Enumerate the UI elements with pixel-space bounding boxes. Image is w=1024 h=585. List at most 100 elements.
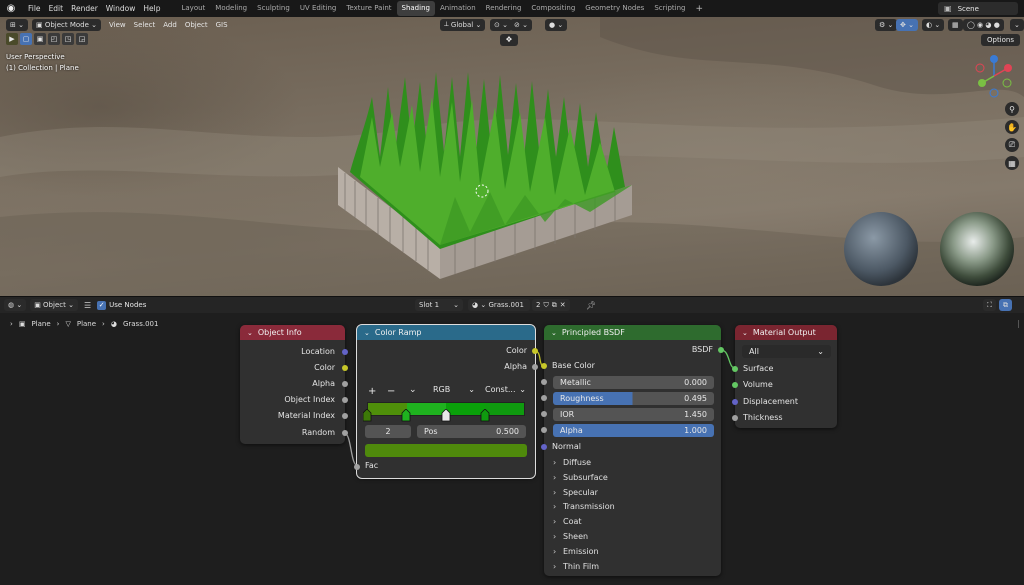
breadcrumb-material[interactable]: Grass.001 — [123, 320, 158, 328]
socket-alpha[interactable] — [532, 364, 538, 370]
principled-header[interactable]: ⌄ Principled BSDF — [544, 325, 721, 340]
object-info-header[interactable]: ⌄ Object Info — [240, 325, 345, 340]
socket-volume[interactable] — [732, 382, 738, 388]
chevron-down-icon[interactable]: ⌄ — [742, 329, 748, 337]
menu-window[interactable]: Window — [102, 0, 140, 17]
chevron-down-icon[interactable]: ⌄ — [247, 329, 253, 337]
panel-emission[interactable]: › Emission — [553, 547, 599, 556]
menu-render[interactable]: Render — [67, 0, 102, 17]
editor-type-button[interactable]: ⊞ ⌄ — [6, 18, 28, 31]
socket-roughness[interactable] — [541, 395, 547, 401]
panel-diffuse[interactable]: › Diffuse — [553, 458, 591, 467]
socket-random[interactable] — [342, 430, 348, 436]
grid-icon[interactable]: ▦ — [1005, 156, 1019, 170]
3d-viewport[interactable]: ⊞ ⌄ ▣ Object Mode ⌄ View Select Add Obje… — [0, 17, 1024, 296]
socket-base-color[interactable] — [541, 363, 547, 369]
panel-subsurface[interactable]: › Subsurface — [553, 473, 608, 482]
socket-alpha[interactable] — [541, 427, 547, 433]
remove-stop-button[interactable]: − — [387, 386, 395, 397]
panel-specular[interactable]: › Specular — [553, 488, 598, 497]
menu-add[interactable]: Add — [159, 21, 181, 29]
object-info-node[interactable]: ⌄ Object Info Location Color Alpha Objec… — [240, 325, 348, 444]
camera-icon[interactable]: ⎚ — [1005, 138, 1019, 152]
menu-object[interactable]: Object — [181, 21, 212, 29]
zoom-icon[interactable]: ⚲ — [1005, 102, 1019, 116]
menu-view[interactable]: View — [105, 21, 130, 29]
overlay-toggle[interactable]: ◐ ⌄ — [922, 18, 945, 31]
xray-toggle[interactable]: ▦ — [948, 18, 963, 31]
pivot-selector[interactable]: ⊙ ⌄ — [490, 18, 512, 31]
mode-selector[interactable]: ▣ Object Mode ⌄ — [31, 18, 102, 31]
tab-scripting[interactable]: Scripting — [649, 1, 690, 16]
tab-sculpting[interactable]: Sculpting — [252, 1, 295, 16]
material-output-header[interactable]: ⌄ Material Output — [735, 325, 837, 340]
ramp-stops[interactable] — [363, 409, 529, 423]
socket-fac[interactable] — [354, 464, 360, 470]
sidebar-toggle-icon[interactable]: ❖ — [500, 34, 518, 46]
target-select[interactable]: All ⌄ — [742, 345, 831, 358]
active-stop-index[interactable]: 2 — [365, 425, 411, 438]
panel-sheen[interactable]: › Sheen — [553, 532, 588, 541]
material-output-node[interactable]: ⌄ Material Output All ⌄ Surface Volume D… — [732, 325, 837, 428]
panel-coat[interactable]: › Coat — [553, 517, 582, 526]
play-icon[interactable]: ▶ — [6, 33, 18, 45]
socket-ior[interactable] — [541, 411, 547, 417]
pin-icon[interactable]: 📌︎ — [586, 301, 596, 310]
color-mode-select[interactable]: RGB ⌄ — [430, 385, 478, 397]
socket-location[interactable] — [342, 349, 348, 355]
socket-alpha[interactable] — [342, 381, 348, 387]
add-workspace-button[interactable]: + — [690, 4, 708, 14]
visibility-toggle[interactable]: ⚙ ⌄ — [875, 18, 898, 31]
socket-thickness[interactable] — [732, 415, 738, 421]
menu-select[interactable]: Select — [130, 21, 160, 29]
snap-icon[interactable]: ⛶ — [983, 299, 996, 311]
socket-bsdf[interactable] — [718, 347, 724, 353]
scene-selector[interactable]: ▣ Scene — [938, 2, 1018, 15]
options-button[interactable]: Options — [980, 34, 1020, 46]
alpha-field[interactable]: Alpha 1.000 — [553, 424, 714, 437]
use-nodes-checkbox[interactable]: ✓ Use Nodes — [97, 300, 146, 310]
interpolation-select[interactable]: Const... ⌄ — [483, 385, 528, 397]
panel-transmission[interactable]: › Transmission — [553, 502, 615, 511]
shading-options[interactable]: ⌄ — [1010, 18, 1024, 31]
color-ramp-node[interactable]: ⌄ Color Ramp Color Alpha + − ⌄ RGB ⌄ Con… — [354, 324, 538, 479]
roughness-field[interactable]: Roughness 0.495 — [553, 392, 714, 405]
tab-rendering[interactable]: Rendering — [481, 1, 527, 16]
menu-hamburger-icon[interactable]: ☰ — [84, 301, 91, 310]
breadcrumb-object[interactable]: Plane — [31, 320, 50, 328]
socket-material-index[interactable] — [342, 413, 348, 419]
shading-mode-buttons[interactable]: ◯ ◉ ◕ ● — [963, 18, 1004, 31]
select-intersect-icon[interactable]: ◲ — [76, 33, 88, 45]
tab-animation[interactable]: Animation — [435, 1, 481, 16]
add-stop-button[interactable]: + — [368, 386, 376, 397]
shader-type-selector[interactable]: ▣ Object ⌄ — [30, 299, 78, 311]
select-box-icon[interactable]: ▢ — [20, 33, 32, 45]
select-extend-icon[interactable]: ▣ — [34, 33, 46, 45]
region-edge-handle[interactable] — [1018, 320, 1022, 328]
socket-metallic[interactable] — [541, 379, 547, 385]
snap-toggle[interactable]: ⊘ ⌄ — [510, 18, 532, 31]
editor-type-button[interactable]: ◍ ⌄ — [4, 299, 27, 311]
breadcrumb-mesh[interactable]: Plane — [77, 320, 96, 328]
socket-displacement[interactable] — [732, 399, 738, 405]
stop-position-field[interactable]: Pos 0.500 — [417, 425, 526, 438]
pan-hand-icon[interactable]: ✋ — [1005, 120, 1019, 134]
socket-color[interactable] — [342, 365, 348, 371]
select-subtract-icon[interactable]: ◰ — [48, 33, 60, 45]
tab-compositing[interactable]: Compositing — [526, 1, 580, 16]
tab-uv-editing[interactable]: UV Editing — [295, 1, 342, 16]
gizmo-toggle[interactable]: ✥ ⌄ — [896, 18, 918, 31]
menu-gis[interactable]: GIS — [212, 21, 232, 29]
socket-color[interactable] — [532, 348, 538, 354]
material-users[interactable]: 2 ⛉ ⧉ ✕ — [532, 299, 570, 311]
tab-texture-paint[interactable]: Texture Paint — [341, 1, 396, 16]
socket-object-index[interactable] — [342, 397, 348, 403]
tab-geometry-nodes[interactable]: Geometry Nodes — [580, 1, 649, 16]
socket-normal[interactable] — [541, 444, 547, 450]
proportional-edit-toggle[interactable]: ● ⌄ — [545, 18, 568, 31]
principled-bsdf-node[interactable]: ⌄ Principled BSDF BSDF Base Color Metall… — [541, 325, 724, 576]
tab-shading[interactable]: Shading — [396, 1, 435, 16]
socket-surface[interactable] — [732, 366, 738, 372]
color-ramp-header[interactable]: ⌄ Color Ramp — [357, 325, 535, 340]
tab-modeling[interactable]: Modeling — [210, 1, 252, 16]
